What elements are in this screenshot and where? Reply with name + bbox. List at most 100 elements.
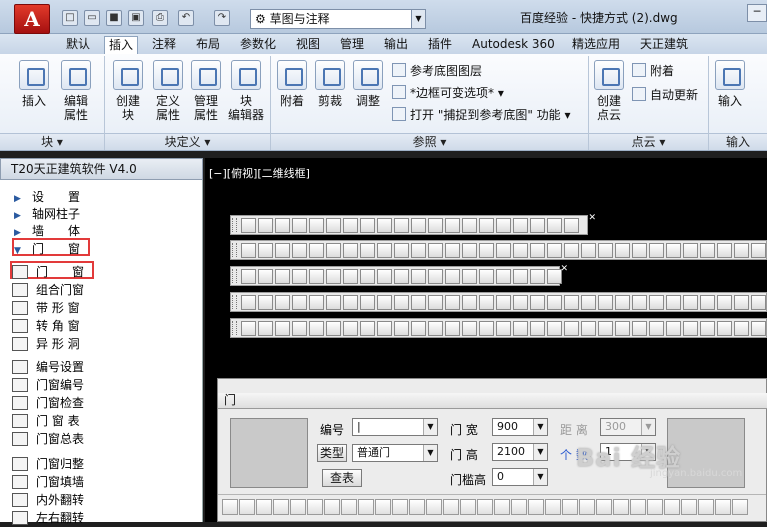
- tab-autodesk360[interactable]: Autodesk 360: [468, 36, 559, 54]
- tool-icon[interactable]: [649, 321, 664, 336]
- redo-icon[interactable]: ↷: [214, 10, 230, 26]
- tool-icon[interactable]: [275, 321, 290, 336]
- tool-icon[interactable]: [409, 499, 425, 515]
- tool-icon[interactable]: [241, 243, 256, 258]
- tool-icon[interactable]: [258, 295, 273, 310]
- tool-icon[interactable]: [530, 218, 545, 233]
- tool-icon[interactable]: [734, 243, 749, 258]
- tool-icon[interactable]: [547, 218, 562, 233]
- cmd-door-window-check[interactable]: 门窗检查: [12, 394, 84, 412]
- tool-icon[interactable]: [462, 243, 477, 258]
- tool-icon[interactable]: [307, 499, 323, 515]
- tool-icon[interactable]: [292, 243, 307, 258]
- tool-icon[interactable]: [615, 295, 630, 310]
- type-select[interactable]: 普通门 ▼: [352, 444, 438, 462]
- tool-icon[interactable]: [377, 295, 392, 310]
- tool-icon[interactable]: [615, 321, 630, 336]
- tool-icon[interactable]: [496, 295, 511, 310]
- cmd-door-window-align[interactable]: 门窗归整: [12, 455, 84, 473]
- width-input[interactable]: 900 ▼: [492, 418, 548, 436]
- tool-icon[interactable]: [375, 499, 391, 515]
- tool-icon[interactable]: [290, 499, 306, 515]
- tool-icon[interactable]: [530, 295, 545, 310]
- cmd-flip-in-out[interactable]: 内外翻转: [12, 491, 84, 509]
- tool-icon[interactable]: [377, 218, 392, 233]
- close-icon[interactable]: ✕: [588, 213, 596, 223]
- plan-preview[interactable]: [230, 418, 308, 488]
- tool-icon[interactable]: [360, 295, 375, 310]
- tool-icon[interactable]: [513, 295, 528, 310]
- tool-icon[interactable]: [579, 499, 595, 515]
- tool-icon[interactable]: [358, 499, 374, 515]
- tool-icon[interactable]: [460, 499, 476, 515]
- menu-axis-columns[interactable]: ▶ 轴网柱子: [14, 205, 80, 223]
- tool-icon[interactable]: [343, 218, 358, 233]
- new-file-icon[interactable]: □: [62, 10, 78, 26]
- tool-icon[interactable]: [428, 269, 443, 284]
- type-button[interactable]: 类型: [317, 444, 347, 462]
- tool-icon[interactable]: [496, 218, 511, 233]
- tool-icon[interactable]: [717, 321, 732, 336]
- cmd-combined-door-window[interactable]: 组合门窗: [12, 281, 84, 299]
- tool-icon[interactable]: [326, 218, 341, 233]
- tab-plugins[interactable]: 插件: [424, 36, 456, 54]
- tab-layout[interactable]: 布局: [192, 36, 224, 54]
- clip-button[interactable]: 剪裁: [312, 60, 348, 108]
- tool-icon[interactable]: [530, 243, 545, 258]
- attach-reference-button[interactable]: 附着: [274, 60, 310, 108]
- tool-icon[interactable]: [596, 499, 612, 515]
- tool-icon[interactable]: [324, 499, 340, 515]
- tool-icon[interactable]: [443, 499, 459, 515]
- frame-variable-option[interactable]: *边框可变选项* ▾: [392, 84, 504, 102]
- tool-icon[interactable]: [683, 243, 698, 258]
- save-icon[interactable]: ■: [106, 10, 122, 26]
- cmd-flip-left-right[interactable]: 左右翻转: [12, 509, 84, 527]
- tool-icon[interactable]: [462, 321, 477, 336]
- tool-icon[interactable]: [547, 295, 562, 310]
- tool-icon[interactable]: [360, 269, 375, 284]
- tool-icon[interactable]: [732, 499, 748, 515]
- group-import[interactable]: 输入: [709, 133, 767, 150]
- minimize-button[interactable]: ─: [747, 4, 767, 22]
- tool-icon[interactable]: [496, 321, 511, 336]
- tool-icon[interactable]: [513, 269, 528, 284]
- tool-icon[interactable]: [664, 499, 680, 515]
- tool-icon[interactable]: [683, 295, 698, 310]
- tool-icon[interactable]: [666, 321, 681, 336]
- tool-icon[interactable]: [513, 321, 528, 336]
- tab-manage[interactable]: 管理: [336, 36, 368, 54]
- edit-attributes-button[interactable]: 编辑 属性: [58, 60, 94, 122]
- manage-attributes-button[interactable]: 管理 属性: [188, 60, 224, 122]
- tool-icon[interactable]: [222, 499, 238, 515]
- tool-icon[interactable]: [377, 269, 392, 284]
- tool-icon[interactable]: [496, 243, 511, 258]
- tool-icon[interactable]: [394, 218, 409, 233]
- tool-icon[interactable]: [479, 243, 494, 258]
- tool-icon[interactable]: [309, 218, 324, 233]
- tool-icon[interactable]: [496, 269, 511, 284]
- viewport-label[interactable]: [−][俯视][二维线框]: [209, 165, 310, 181]
- tool-icon[interactable]: [273, 499, 289, 515]
- tool-icon[interactable]: [445, 218, 460, 233]
- tool-icon[interactable]: [477, 499, 493, 515]
- tool-icon[interactable]: [598, 295, 613, 310]
- tool-icon[interactable]: [479, 321, 494, 336]
- tool-icon[interactable]: [598, 243, 613, 258]
- cmd-door-window-numbers[interactable]: 门窗编号: [12, 376, 84, 394]
- group-block[interactable]: 块 ▾: [0, 133, 104, 150]
- tool-icon[interactable]: [241, 218, 256, 233]
- tool-icon[interactable]: [613, 499, 629, 515]
- tool-icon[interactable]: [292, 321, 307, 336]
- tool-icon[interactable]: [751, 243, 766, 258]
- tool-icon[interactable]: [411, 218, 426, 233]
- tool-icon[interactable]: [632, 295, 647, 310]
- tool-icon[interactable]: [700, 243, 715, 258]
- tool-icon[interactable]: [581, 321, 596, 336]
- tool-icon[interactable]: [292, 218, 307, 233]
- tool-icon[interactable]: [511, 499, 527, 515]
- tool-icon[interactable]: [326, 243, 341, 258]
- group-point-cloud[interactable]: 点云 ▾: [589, 133, 708, 150]
- tool-icon[interactable]: [513, 218, 528, 233]
- tool-icon[interactable]: [581, 295, 596, 310]
- tool-icon[interactable]: [343, 321, 358, 336]
